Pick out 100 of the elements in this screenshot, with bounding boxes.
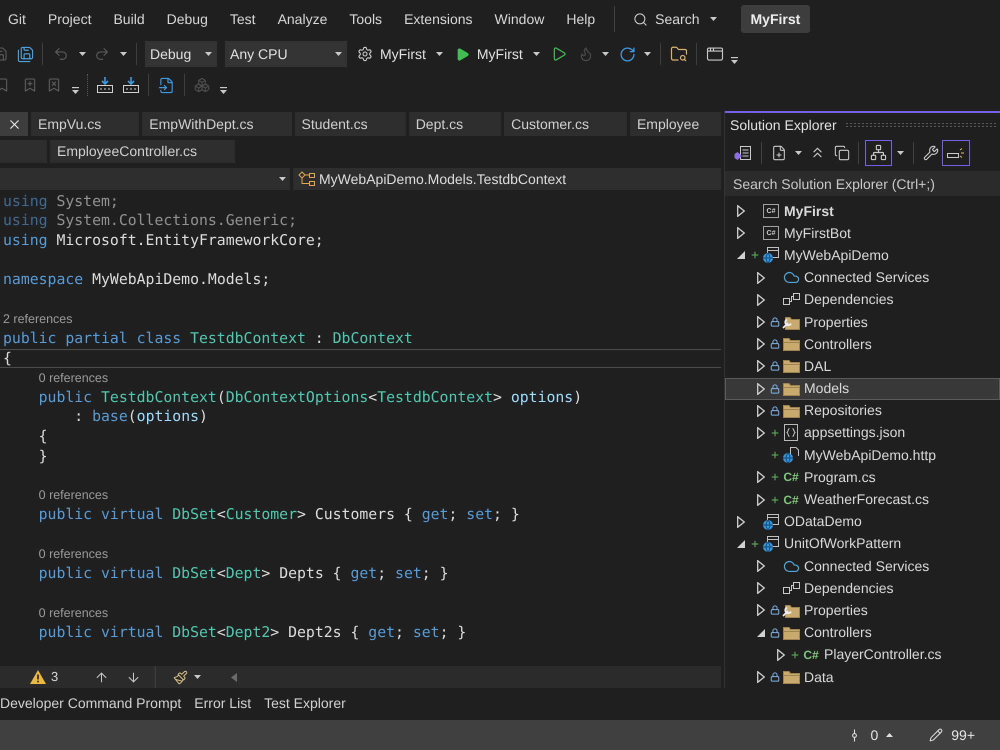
- expand-arrow-icon[interactable]: [757, 360, 765, 372]
- editor-tab[interactable]: Customer.cs: [504, 112, 627, 136]
- search-field[interactable]: Search Solution Explorer (Ctrl+;): [725, 171, 1000, 196]
- tree-item[interactable]: Connected Services: [725, 555, 1000, 578]
- copy-icon[interactable]: [834, 144, 850, 160]
- menu-item[interactable]: Test: [218, 8, 267, 30]
- editor-tab[interactable]: Student.cs: [294, 112, 406, 136]
- tree-item[interactable]: MyWebApiDemo: [725, 244, 1000, 267]
- expand-arrow-icon[interactable]: [757, 604, 765, 616]
- expand-arrow-icon[interactable]: [757, 494, 765, 506]
- expand-arrow-icon[interactable]: [757, 560, 765, 572]
- caret-icon[interactable]: [79, 52, 86, 56]
- tree-item[interactable]: Data: [725, 666, 1000, 688]
- editor-tab[interactable]: Dept.cs: [408, 112, 502, 136]
- expand-arrow-icon[interactable]: [757, 404, 765, 417]
- caret-icon[interactable]: [602, 52, 609, 56]
- play-outline-icon[interactable]: [550, 46, 567, 62]
- bookmark-x-icon[interactable]: [46, 77, 62, 93]
- expand-arrow-icon[interactable]: [737, 205, 745, 218]
- menu-item[interactable]: Help: [555, 8, 606, 30]
- expand-arrow-icon[interactable]: [757, 382, 765, 395]
- tree-item[interactable]: C# WeatherForecast.cs: [725, 488, 1000, 511]
- collapse-arrow-icon[interactable]: [737, 251, 745, 260]
- warning-count-button[interactable]: 3: [30, 667, 58, 687]
- references-link[interactable]: 0 references: [38, 370, 108, 386]
- tree-item[interactable]: Controllers: [725, 333, 1000, 356]
- scroll-left-icon[interactable]: [231, 672, 238, 682]
- expand-arrow-icon[interactable]: [757, 294, 765, 306]
- caret-icon[interactable]: [335, 52, 342, 56]
- tree-item[interactable]: Connected Services: [725, 266, 1000, 289]
- caret-icon[interactable]: [436, 52, 443, 56]
- download-tray-icon[interactable]: [122, 76, 140, 94]
- menu-item[interactable]: Git: [0, 8, 37, 30]
- caret-icon[interactable]: [795, 150, 802, 154]
- expand-arrow-icon[interactable]: [757, 316, 765, 328]
- references-link[interactable]: 0 references: [38, 546, 108, 562]
- tree-item[interactable]: Models: [725, 378, 1000, 400]
- type-dropdown[interactable]: MyWebApiDemo.Models.TestdbContext: [293, 168, 721, 190]
- platform-dropdown[interactable]: Any CPU: [225, 41, 347, 67]
- editor-tab[interactable]: EmployeeController.cs: [50, 140, 236, 163]
- menu-item[interactable]: Tools: [338, 8, 394, 30]
- tree-item[interactable]: Repositories: [725, 400, 1000, 422]
- close-tab-button[interactable]: [0, 112, 28, 136]
- caret-icon[interactable]: [897, 150, 904, 154]
- tree-item[interactable]: ODataDemo: [725, 510, 1000, 533]
- references-link[interactable]: 2 references: [3, 312, 72, 327]
- expand-arrow-icon[interactable]: [757, 671, 765, 684]
- tree-item[interactable]: C# PlayerController.cs: [725, 644, 1000, 666]
- refresh-icon[interactable]: [618, 46, 636, 62]
- file-arrow-icon[interactable]: [158, 76, 175, 94]
- expand-arrow-icon[interactable]: [737, 516, 745, 528]
- menu-item[interactable]: Window: [484, 8, 556, 30]
- caret-icon[interactable]: [205, 52, 212, 56]
- caret-icon[interactable]: [194, 675, 202, 679]
- caret-icon[interactable]: [532, 52, 540, 56]
- menu-item[interactable]: Build: [102, 8, 156, 30]
- expand-arrow-icon[interactable]: [777, 648, 785, 661]
- git-push-button[interactable]: 0: [847, 724, 894, 746]
- expand-arrow-icon[interactable]: [757, 426, 765, 439]
- arrow-down-icon[interactable]: [126, 670, 142, 684]
- overflow-icon[interactable]: [730, 56, 738, 64]
- tree-item[interactable]: Dependencies: [725, 288, 1000, 311]
- references-link[interactable]: 0 references: [38, 606, 108, 621]
- editor-tab[interactable]: EmpWithDept.cs: [142, 112, 292, 136]
- caret-icon[interactable]: [644, 52, 651, 56]
- caret-icon[interactable]: [120, 52, 127, 56]
- editor-tab[interactable]: Employee: [630, 112, 721, 136]
- caret-icon[interactable]: [279, 177, 286, 181]
- expand-arrow-icon[interactable]: [757, 471, 765, 484]
- new-file-icon[interactable]: [771, 144, 787, 160]
- startup-project-button[interactable]: MyFirst: [357, 44, 443, 64]
- menu-item[interactable]: Analyze: [266, 8, 338, 30]
- configuration-dropdown[interactable]: Debug: [145, 41, 217, 67]
- browser-window-icon[interactable]: [706, 45, 724, 63]
- download-tray-icon[interactable]: [96, 76, 114, 94]
- tree-item[interactable]: appsettings.json: [725, 422, 1000, 444]
- expand-arrow-icon[interactable]: [757, 272, 765, 284]
- collapse-arrow-icon[interactable]: [757, 628, 765, 637]
- run-button[interactable]: MyFirst: [454, 44, 540, 64]
- folder-search-icon[interactable]: [670, 45, 688, 63]
- paintbrush-icon[interactable]: [173, 670, 188, 684]
- show-all-files-toggle[interactable]: [865, 140, 892, 166]
- tree-item[interactable]: DAL: [725, 355, 1000, 378]
- search-button[interactable]: Search: [627, 6, 722, 32]
- references-link[interactable]: 0 references: [38, 488, 108, 504]
- save-all-icon[interactable]: [17, 46, 34, 62]
- wrench-icon[interactable]: [923, 144, 939, 160]
- tree-item[interactable]: Properties: [725, 599, 1000, 622]
- tree-item[interactable]: C# Program.cs: [725, 466, 1000, 488]
- tree-item[interactable]: Properties: [725, 310, 1000, 334]
- expand-arrow-icon[interactable]: [757, 582, 765, 594]
- caret-icon[interactable]: [710, 17, 716, 21]
- menu-item[interactable]: Extensions: [393, 8, 484, 30]
- tree-item[interactable]: UnitOfWorkPattern: [725, 532, 1000, 555]
- changes-button[interactable]: 99+: [929, 724, 975, 746]
- menu-item[interactable]: Project: [36, 8, 102, 30]
- overflow-icon[interactable]: [220, 86, 227, 94]
- caret-up-icon[interactable]: [886, 733, 894, 737]
- preview-toggle[interactable]: [942, 140, 970, 166]
- expand-arrow-icon[interactable]: [737, 227, 745, 240]
